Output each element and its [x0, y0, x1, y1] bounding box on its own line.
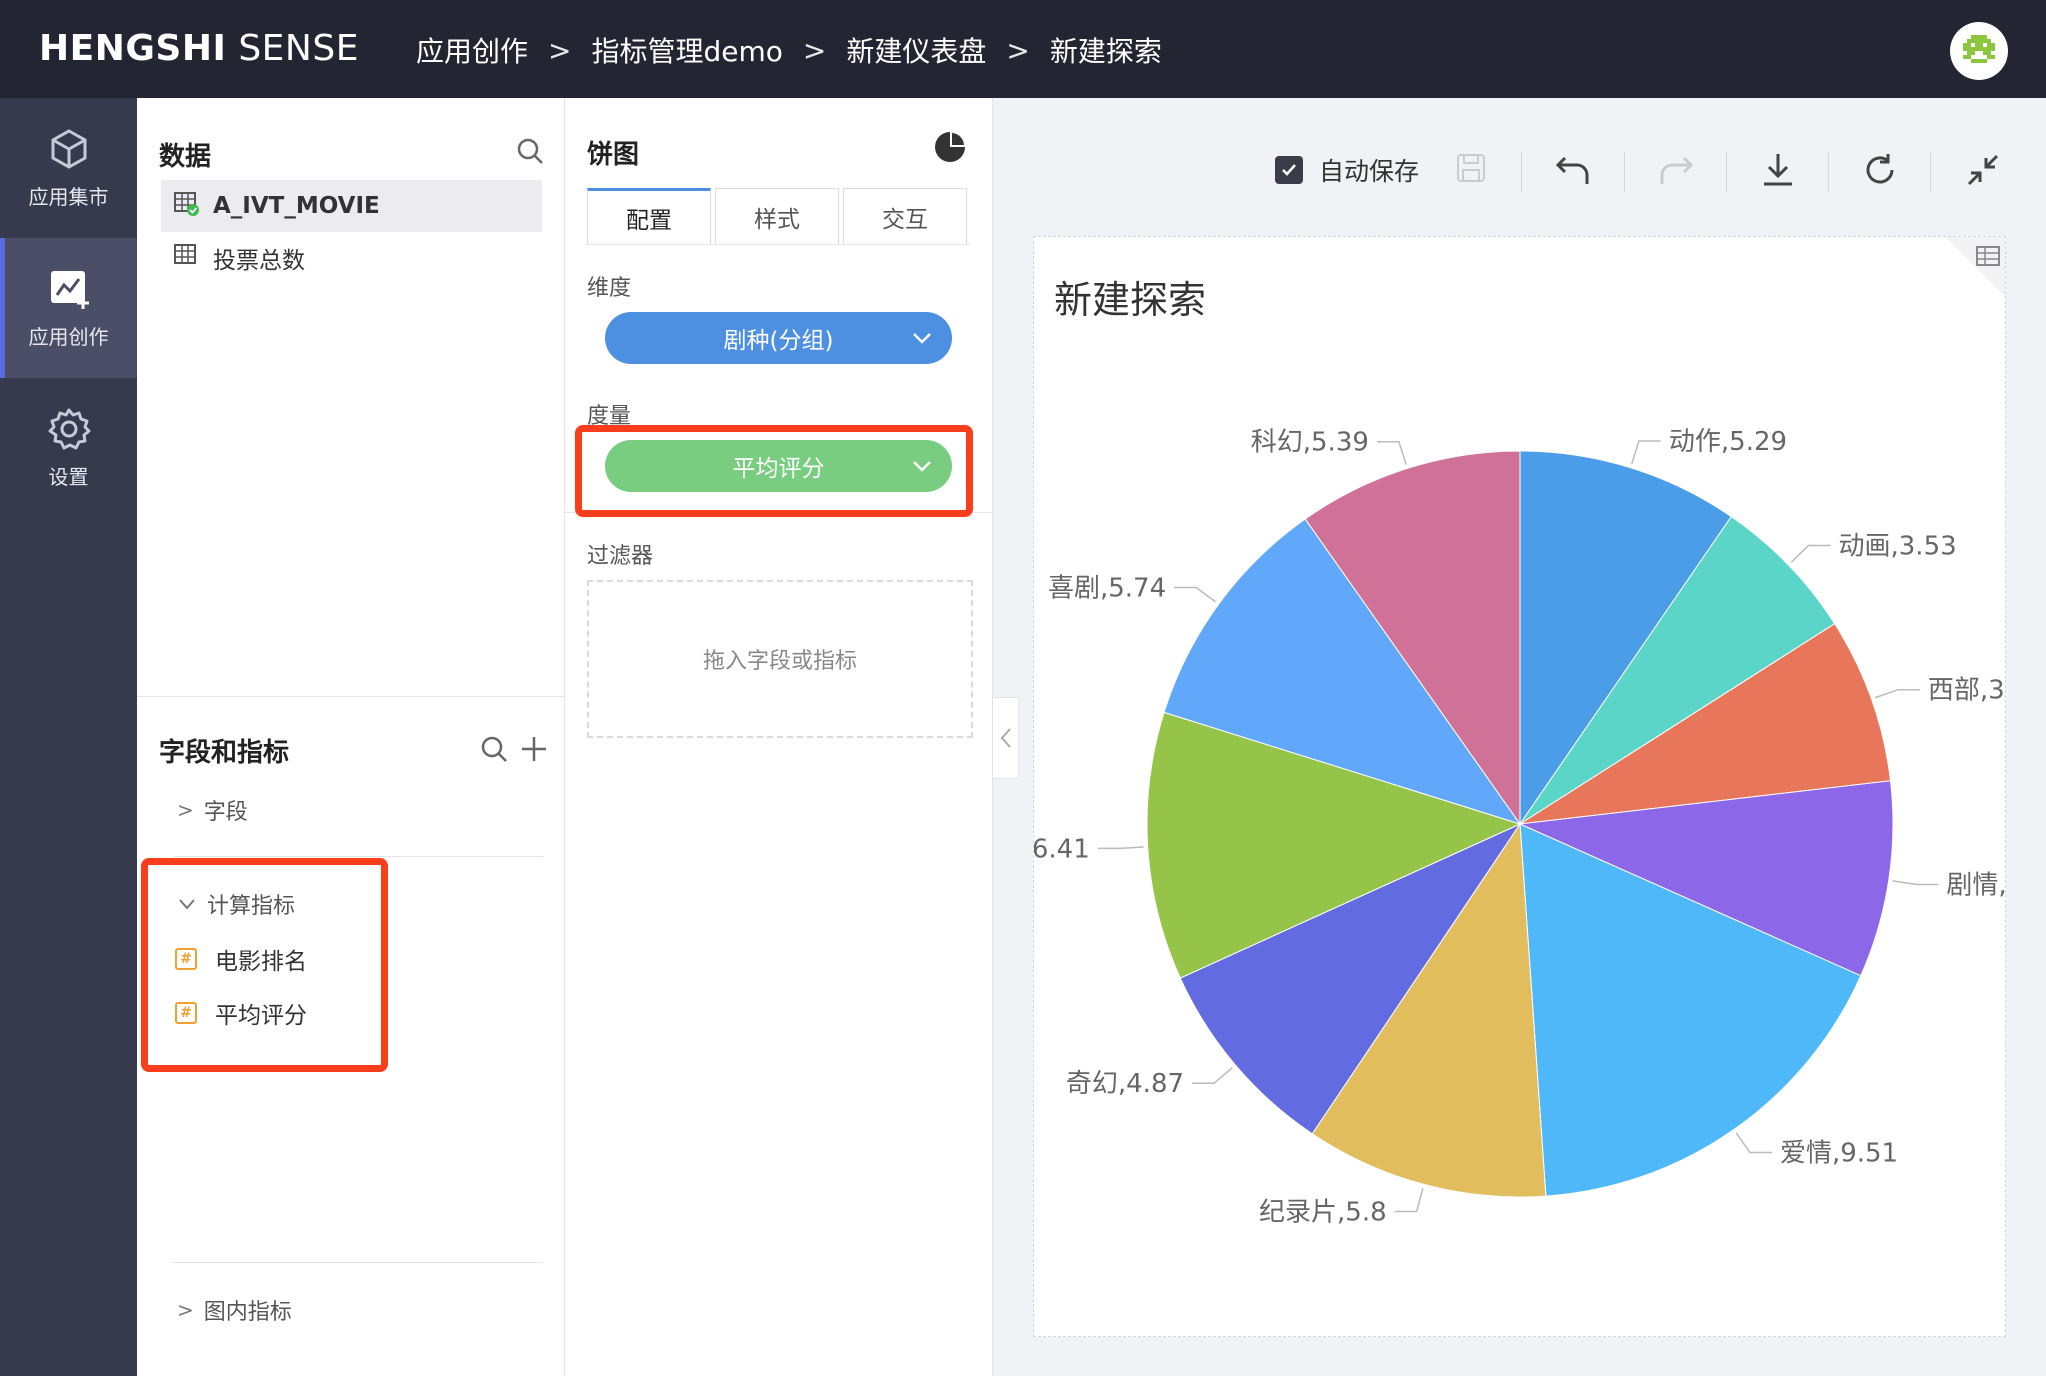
dimension-pill[interactable]: 剧种(分组) — [605, 312, 952, 364]
chevron-right-icon: > — [177, 1298, 194, 1322]
label-leader-line — [1874, 688, 1920, 699]
gear-icon — [48, 408, 90, 449]
left-nav: 应用集市 应用创作 设置 — [0, 98, 137, 1376]
label-leader-line — [1735, 1132, 1772, 1154]
collapse-panel-button[interactable] — [993, 697, 1019, 779]
dataset-label: A_IVT_MOVIE — [213, 193, 380, 219]
nav-label: 应用创作 — [28, 324, 109, 349]
divider — [587, 244, 971, 245]
pie-chart[interactable]: 动作,5.29 动画,3.53 西部,3.96 剧情,4.7 爱情,9.51 纪录片,5.… — [1034, 237, 2006, 1337]
chevron-down-icon[interactable] — [910, 326, 934, 350]
pie-slice-label: 爱情,9.51 — [1780, 1139, 1898, 1169]
pixel-avatar-icon — [1963, 35, 1995, 63]
tree-group-label: 图内指标 — [203, 1300, 292, 1325]
search-icon[interactable] — [479, 734, 509, 764]
dimension-value: 剧种(分组) — [723, 328, 834, 354]
breadcrumb-item[interactable]: 应用创作 — [416, 30, 528, 70]
chart-card[interactable]: 新建探索 动作,5.29动画,3.53西部,3.96剧情,4.7爱情,9.51纪… — [1033, 236, 2006, 1337]
pie-slice-label: 西部,3.96 — [1928, 676, 2006, 706]
top-bar: HENGSHI SENSE 应用创作 > 指标管理demo > 新建仪表盘 > … — [0, 0, 2046, 98]
collapse-icon[interactable] — [1963, 150, 2003, 190]
undo-icon[interactable] — [1553, 150, 1593, 190]
nav-item-settings[interactable]: 设置 — [0, 378, 137, 518]
label-leader-line — [1892, 880, 1939, 886]
tree-group-label: 字段 — [203, 800, 248, 825]
tree-group-fields[interactable]: > 字段 — [177, 794, 248, 826]
config-panel: 饼图 配置 样式 交互 维度 剧种(分组) 度量 平均评分 过滤器 拖入字段或指… — [565, 98, 993, 1376]
tab-style[interactable]: 样式 — [715, 188, 839, 244]
breadcrumb-item-current: 新建探索 — [1049, 35, 1162, 68]
checkbox-checked-icon[interactable] — [1275, 156, 1303, 184]
download-icon[interactable] — [1758, 150, 1798, 190]
tab-interaction[interactable]: 交互 — [843, 188, 967, 244]
table-connected-icon — [173, 190, 199, 222]
label-leader-line — [1097, 846, 1144, 850]
toolbar-separator — [1930, 152, 1931, 192]
refresh-icon[interactable] — [1860, 150, 1900, 190]
nav-label: 设置 — [48, 464, 89, 489]
pie-slice-label: 疑,6.41 — [1034, 834, 1090, 864]
filter-label: 过滤器 — [587, 544, 654, 569]
label-leader-line — [1394, 1188, 1424, 1213]
chevron-left-icon — [1000, 728, 1011, 748]
nav-label: 应用集市 — [28, 184, 109, 209]
pie-chart-icon[interactable] — [933, 130, 967, 164]
toolbar-separator — [1726, 152, 1727, 192]
tree-group-chart-metrics[interactable]: > 图内指标 — [177, 1294, 292, 1326]
label-leader-line — [1631, 440, 1661, 465]
breadcrumb-separator: > — [1006, 33, 1030, 67]
pie-slice-label: 科幻,5.39 — [1251, 428, 1369, 458]
pie-slice-label: 动画,3.53 — [1839, 531, 1957, 561]
label-leader-line — [1174, 586, 1216, 603]
label-leader-line — [1192, 1067, 1233, 1084]
chart-create-icon — [50, 270, 89, 309]
search-icon[interactable] — [515, 136, 545, 166]
save-icon[interactable] — [1455, 152, 1487, 184]
highlight-box — [141, 858, 388, 1072]
pie-slice-label: 纪录片,5.8 — [1259, 1197, 1387, 1227]
breadcrumb-item[interactable]: 新建仪表盘 — [846, 30, 986, 70]
table-icon — [173, 242, 199, 274]
add-icon[interactable] — [519, 734, 549, 764]
filter-placeholder: 拖入字段或指标 — [702, 649, 857, 674]
cube-icon — [51, 128, 86, 169]
highlight-box — [575, 425, 973, 517]
chart-type-title: 饼图 — [587, 140, 640, 170]
app-logo[interactable]: HENGSHI SENSE — [39, 28, 359, 69]
dataset-label: 投票总数 — [213, 248, 305, 274]
pie-slice-label: 喜剧,5.74 — [1048, 574, 1166, 604]
autosave-toggle[interactable]: 自动保存 — [1275, 152, 1419, 188]
divider — [173, 1262, 543, 1263]
panel-divider[interactable] — [137, 696, 565, 697]
nav-item-app-create[interactable]: 应用创作 — [0, 238, 137, 378]
breadcrumb-separator: > — [802, 33, 827, 67]
filter-drop-zone[interactable]: 拖入字段或指标 — [587, 580, 973, 738]
label-leader-line — [1376, 440, 1407, 465]
pie-slice-label: 动作,5.29 — [1669, 427, 1787, 457]
breadcrumb-separator: > — [548, 33, 572, 67]
chevron-right-icon: > — [177, 798, 194, 822]
dimension-label: 维度 — [587, 276, 632, 301]
user-avatar[interactable] — [1950, 22, 2008, 80]
toolbar-separator — [1828, 152, 1829, 192]
dataset-item[interactable]: A_IVT_MOVIE — [161, 180, 542, 232]
dataset-item[interactable]: 投票总数 — [161, 232, 542, 284]
breadcrumb-item[interactable]: 指标管理demo — [591, 30, 782, 70]
tab-config[interactable]: 配置 — [587, 188, 711, 244]
redo-icon[interactable] — [1656, 150, 1696, 190]
data-panel: 数据 A_IVT_MOVIE 投票总数 字段和指标 > 字段 计算指标 # 电影… — [137, 98, 565, 1376]
data-panel-title: 数据 — [159, 142, 212, 172]
fields-metrics-title: 字段和指标 — [159, 738, 290, 768]
divider — [173, 856, 543, 857]
autosave-label: 自动保存 — [1319, 157, 1420, 186]
pie-slice-label: 剧情,4.7 — [1946, 870, 2006, 900]
nav-item-app-market[interactable]: 应用集市 — [0, 98, 137, 238]
breadcrumb: 应用创作 > 指标管理demo > 新建仪表盘 > 新建探索 — [416, 30, 1162, 70]
config-tabs: 配置 样式 交互 — [587, 188, 971, 244]
label-leader-line — [1790, 544, 1831, 563]
toolbar-separator — [1624, 152, 1625, 192]
pie-slice-label: 奇幻,4.87 — [1066, 1069, 1184, 1099]
toolbar-separator — [1521, 152, 1522, 192]
